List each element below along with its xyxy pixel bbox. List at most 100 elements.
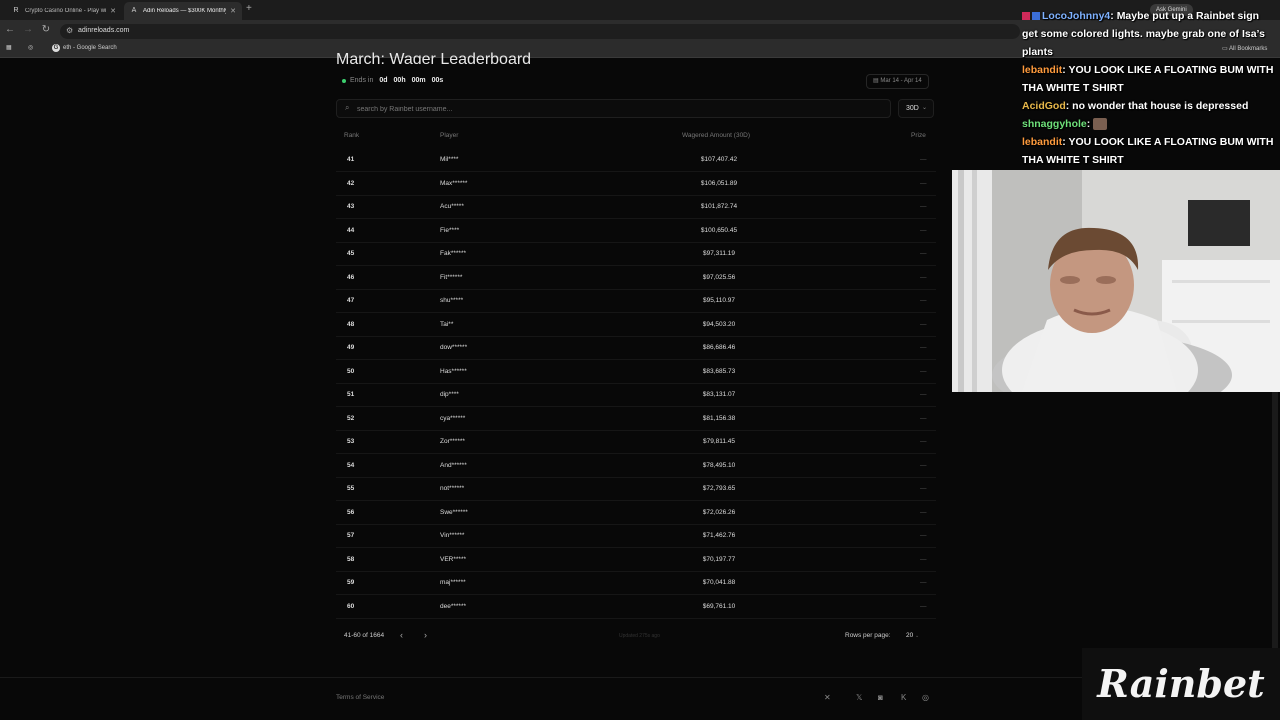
updated-text: Updated 275s ago [619, 633, 660, 639]
chat-message: lebandit: YOU LOOK LIKE A FLOATING BUM W… [1022, 136, 1274, 166]
kick-icon[interactable]: K [901, 693, 906, 702]
bookmark-favicon-icon[interactable]: ◎ [28, 44, 33, 51]
screen: R Crypto Casino Online - Play with ✕ A A… [0, 0, 1280, 720]
player-cell: dip**** [440, 391, 459, 398]
x-icon[interactable]: ✕ [824, 693, 831, 702]
prev-page-button[interactable]: ‹ [400, 630, 403, 640]
prize-cell: — [920, 602, 927, 610]
discord-icon[interactable]: ◙ [878, 693, 883, 702]
emote-icon [1093, 118, 1108, 131]
table-row: 44 Fie**** $100,650.45 — [336, 220, 936, 243]
table-row: 52 cya****** $81,156.38 — [336, 408, 936, 431]
column-header-prize: Prize [911, 132, 926, 139]
google-icon: G [52, 44, 60, 52]
prize-cell: — [920, 273, 927, 281]
twitter-x-icon[interactable]: 𝕏 [856, 693, 862, 702]
wagered-cell: $78,495.10 [702, 461, 736, 469]
pagination-range: 41-60 of 1664 [344, 632, 385, 639]
period-select[interactable]: 30D ⌄ [898, 99, 934, 118]
prize-cell: — [920, 320, 927, 328]
close-tab-icon[interactable]: ✕ [230, 7, 236, 15]
chat-message: lebandit: YOU LOOK LIKE A FLOATING BUM W… [1022, 64, 1274, 94]
wagered-cell: $81,156.38 [702, 414, 736, 422]
rank-cell: 45 [347, 250, 355, 257]
close-tab-icon[interactable]: ✕ [110, 7, 116, 15]
tab-title: Adin Reloads — $300K Monthly [143, 8, 227, 14]
table-row: 49 dow****** $86,686.46 — [336, 337, 936, 360]
wagered-cell: $69,761.10 [702, 602, 736, 610]
chevron-down-icon: ⌄ [915, 633, 920, 639]
prize-cell: — [920, 555, 927, 563]
rainbet-logo: Rainbet [1082, 648, 1280, 720]
search-input[interactable] [357, 103, 877, 115]
player-cell: dee****** [440, 602, 467, 610]
rank-cell: 58 [347, 555, 355, 563]
player-cell: Swe****** [440, 508, 468, 516]
date-range-text: Mar 14 - Apr 14 [880, 78, 922, 84]
table-row: 56 Swe****** $72,026.26 — [336, 502, 936, 525]
scrollbar[interactable] [1272, 392, 1278, 650]
tab-crypto-casino[interactable]: R Crypto Casino Online - Play with ✕ [6, 2, 122, 20]
wagered-cell: $72,026.26 [702, 508, 736, 516]
prize-cell: — [920, 414, 927, 422]
url-text: adinreloads.com [78, 27, 130, 34]
rank-cell: 44 [347, 226, 355, 234]
wagered-cell: $94,503.20 [702, 320, 736, 328]
tab-adin-reloads[interactable]: A Adin Reloads — $300K Monthly ✕ [124, 2, 242, 20]
wagered-cell: $97,311.19 [702, 250, 736, 257]
url-field[interactable]: ⚙ adinreloads.com [60, 24, 1020, 39]
column-header-player: Player [440, 132, 459, 139]
prize-cell: — [920, 250, 927, 257]
prize-cell: — [920, 461, 927, 469]
page-title-text: March: Wager Leaderboard [336, 51, 532, 64]
rank-cell: 43 [347, 203, 355, 210]
forward-icon[interactable]: → [22, 24, 34, 35]
player-cell: Fie**** [440, 226, 460, 234]
reload-icon[interactable]: ↻ [40, 24, 52, 35]
new-tab-icon[interactable]: + [246, 3, 252, 14]
chat-username: shnaggyhole [1022, 118, 1087, 130]
bookmark-eth[interactable]: G eth - Google Search [52, 44, 117, 52]
prize-cell: — [920, 532, 927, 539]
countdown-days: 0d [379, 77, 388, 84]
prize-cell: — [920, 179, 927, 187]
prize-cell: — [920, 579, 927, 586]
table-row: 59 maj****** $70,041.88 — [336, 572, 936, 595]
rows-per-page-select[interactable]: 20 ⌄ [906, 632, 919, 639]
apps-icon[interactable]: ▦ [6, 44, 12, 51]
player-cell: shu***** [440, 297, 464, 304]
wagered-cell: $101,872.74 [700, 203, 738, 210]
search-icon: ⌕ [345, 103, 350, 112]
prize-cell: — [920, 344, 927, 351]
wagered-cell: $83,131.07 [702, 391, 736, 398]
prize-cell: — [920, 391, 927, 398]
date-range-badge: ▤ Mar 14 - Apr 14 [866, 74, 929, 89]
rank-cell: 52 [347, 414, 355, 422]
next-page-button[interactable]: › [424, 630, 427, 640]
chat-username: LocoJohnny4 [1042, 10, 1111, 22]
instagram-icon[interactable]: ◎ [922, 693, 929, 702]
table-row: 54 And****** $78,495.10 — [336, 455, 936, 478]
chat-message: shnaggyhole: [1022, 115, 1274, 133]
site-info-icon[interactable]: ⚙ [66, 26, 73, 35]
chat-text: no wonder that house is depressed [1072, 100, 1249, 112]
wagered-cell: $70,197.77 [702, 555, 736, 563]
player-cell: Fit****** [440, 273, 463, 281]
wagered-cell: $79,811.45 [702, 438, 736, 445]
wagered-cell: $83,685.73 [702, 367, 736, 375]
player-cell: not****** [440, 485, 465, 492]
bookmark-label: eth - Google Search [63, 45, 117, 51]
countdown: Ends in 0d 00h 00m 00s [342, 77, 443, 84]
rank-cell: 47 [347, 297, 355, 304]
player-cell: dow****** [440, 344, 468, 351]
player-cell: Zor****** [440, 438, 465, 445]
rank-cell: 46 [347, 273, 355, 281]
wagered-cell: $86,686.46 [702, 344, 736, 351]
prize-cell: — [920, 367, 927, 375]
back-icon[interactable]: ← [4, 24, 16, 35]
table-row: 60 dee****** $69,761.10 — [336, 596, 936, 619]
table-row: 57 Vin****** $71,462.76 — [336, 525, 936, 548]
terms-link[interactable]: Terms of Service [336, 694, 384, 701]
player-cell: And****** [440, 461, 467, 469]
player-search[interactable]: ⌕ [336, 99, 891, 118]
